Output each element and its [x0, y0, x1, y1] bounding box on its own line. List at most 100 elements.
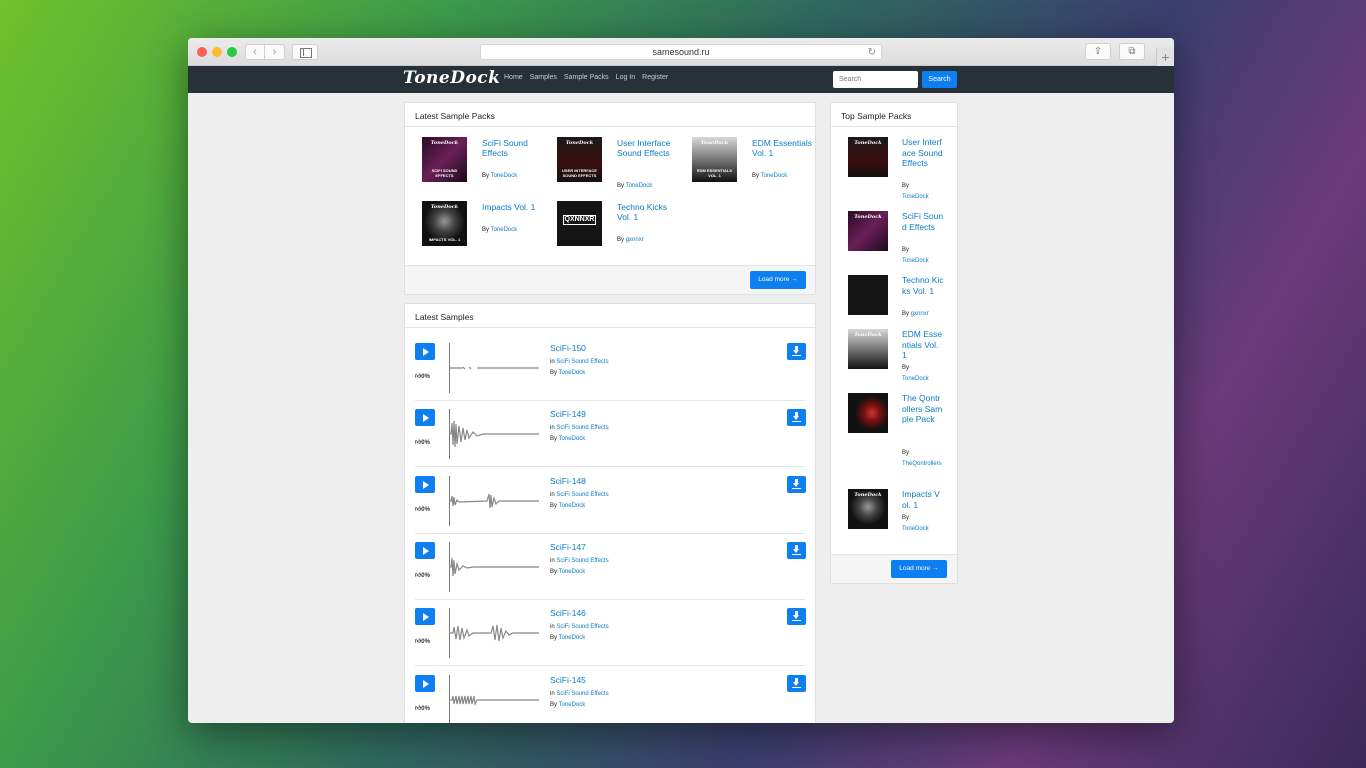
download-button[interactable]	[787, 674, 806, 692]
nav-samples[interactable]: Samples	[530, 74, 557, 81]
sample-pack-link[interactable]: SciFi Sound Effects	[556, 359, 608, 365]
forward-button[interactable]: ›	[265, 44, 285, 60]
play-button[interactable]	[415, 409, 435, 427]
download-button[interactable]	[787, 343, 806, 360]
pack-author[interactable]: ToneDock	[491, 227, 518, 233]
sample-pack-link[interactable]: SciFi Sound Effects	[556, 425, 608, 431]
nav-register[interactable]: Register	[642, 74, 668, 81]
top-pack-author[interactable]: ToneDock	[902, 192, 944, 203]
top-pack-item[interactable]: ToneDock EDM Essentials Vol. 1 By ToneDoc…	[848, 329, 953, 384]
pack-title[interactable]: Techno Kicks Vol. 1	[617, 202, 677, 222]
sample-title[interactable]: SciFi-148	[550, 476, 586, 486]
pack-cover[interactable]: ToneDock SCIFI SOUND EFFECTS	[422, 137, 467, 182]
search-input[interactable]	[833, 71, 918, 88]
pack-item[interactable]: ToneDock SCIFI SOUND EFFECTS SciFi Sound…	[422, 137, 542, 187]
sample-title[interactable]: SciFi-146	[550, 608, 586, 618]
pack-cover[interactable]: ToneDock IMPACTS VOL. 1	[422, 201, 467, 246]
search-button[interactable]: Search	[922, 71, 957, 88]
pack-cover[interactable]: ToneDock	[848, 489, 888, 529]
top-pack-item[interactable]: ToneDock Impacts Vol. 1 By ToneDock	[848, 489, 953, 534]
top-pack-title[interactable]: EDM Essentials Vol. 1	[902, 329, 944, 361]
sample-pack-link[interactable]: SciFi Sound Effects	[556, 492, 608, 498]
download-button[interactable]	[787, 608, 806, 626]
zoom-window-button[interactable]	[227, 47, 237, 57]
download-button[interactable]	[787, 409, 806, 427]
pack-item[interactable]: QXNNXR Techno Kicks Vol. 1 By gxnnxr	[557, 201, 677, 251]
waveform[interactable]	[449, 608, 539, 659]
nav-home[interactable]: Home	[504, 74, 523, 81]
nav-login[interactable]: Log In	[616, 74, 635, 81]
sample-pack-link[interactable]: SciFi Sound Effects	[556, 624, 608, 630]
sample-title[interactable]: SciFi-150	[550, 343, 586, 353]
top-pack-item[interactable]: Techno Kicks Vol. 1 By gxnnxr	[848, 275, 953, 325]
top-pack-item[interactable]: The Qontrollers Sample Pack By TheQontrol…	[848, 393, 953, 478]
site-logo[interactable]: ToneDock	[403, 68, 500, 88]
play-button[interactable]	[415, 541, 435, 559]
load-more-packs-button[interactable]: Load more →	[750, 271, 806, 289]
sample-title[interactable]: SciFi-149	[550, 409, 586, 419]
close-window-button[interactable]	[197, 47, 207, 57]
pack-cover[interactable]: ToneDock	[848, 137, 888, 177]
back-button[interactable]: ‹	[245, 44, 265, 60]
top-pack-title[interactable]: Impacts Vol. 1	[902, 489, 944, 510]
pack-author[interactable]: gxnnxr	[626, 237, 644, 243]
top-pack-item[interactable]: ToneDock SciFi Sound Effects By ToneDock	[848, 211, 953, 266]
waveform[interactable]	[449, 674, 539, 724]
pack-item[interactable]: ToneDock IMPACTS VOL. 1 Impacts Vol. 1 B…	[422, 201, 542, 251]
sidebar-toggle-button[interactable]	[292, 44, 318, 60]
pack-author[interactable]: ToneDock	[761, 173, 788, 179]
top-pack-author[interactable]: ToneDock	[902, 524, 944, 535]
pack-cover[interactable]: QXNNXR	[557, 201, 602, 246]
play-button[interactable]	[415, 674, 435, 692]
sample-author-link[interactable]: ToneDock	[559, 569, 586, 575]
sample-title[interactable]: SciFi-145	[550, 675, 586, 685]
pack-item[interactable]: ToneDock USER INTERFACE SOUND EFFECTS Us…	[557, 137, 677, 197]
top-pack-item[interactable]: ToneDock User Interface Sound Effects By…	[848, 137, 953, 200]
pack-title[interactable]: SciFi Sound Effects	[482, 138, 542, 158]
waveform[interactable]	[449, 343, 539, 393]
pack-cover[interactable]: ToneDock USER INTERFACE SOUND EFFECTS	[557, 137, 602, 182]
waveform[interactable]	[449, 475, 539, 526]
sample-pack-link[interactable]: SciFi Sound Effects	[556, 558, 608, 564]
sample-author-link[interactable]: ToneDock	[559, 436, 586, 442]
play-button[interactable]	[415, 608, 435, 626]
top-pack-author[interactable]: gxnnxr	[911, 311, 929, 317]
pack-title[interactable]: Impacts Vol. 1	[482, 202, 542, 212]
nav-sample-packs[interactable]: Sample Packs	[564, 74, 609, 81]
top-pack-author[interactable]: ToneDock	[902, 374, 944, 385]
pack-title[interactable]: User Interface Sound Effects	[617, 138, 677, 158]
pack-title[interactable]: EDM Essentials Vol. 1	[752, 138, 812, 158]
address-bar[interactable]: samesound.ru ↻	[480, 44, 882, 60]
pack-cover[interactable]	[848, 393, 888, 433]
pack-cover[interactable]: ToneDock	[848, 329, 888, 369]
top-pack-title[interactable]: The Qontrollers Sample Pack	[902, 393, 944, 425]
sample-author-link[interactable]: ToneDock	[559, 503, 586, 509]
tabs-icon[interactable]: ⧉	[1119, 43, 1145, 60]
download-button[interactable]	[787, 541, 806, 559]
play-button[interactable]	[415, 475, 435, 493]
pack-cover[interactable]	[848, 275, 888, 315]
waveform[interactable]	[449, 541, 539, 592]
pack-cover[interactable]: ToneDock	[848, 211, 888, 251]
load-more-top-packs-button[interactable]: Load more →	[891, 560, 947, 578]
top-pack-title[interactable]: Techno Kicks Vol. 1	[902, 275, 944, 296]
sample-author-link[interactable]: ToneDock	[559, 702, 586, 708]
pack-cover[interactable]: ToneDock EDM ESSENTIALS VOL. 1	[692, 137, 737, 182]
pack-author[interactable]: ToneDock	[491, 173, 518, 179]
waveform[interactable]	[449, 409, 539, 460]
top-pack-title[interactable]: SciFi Sound Effects	[902, 211, 944, 232]
sample-title[interactable]: SciFi-147	[550, 542, 586, 552]
reload-icon[interactable]: ↻	[868, 45, 876, 60]
pack-author[interactable]: ToneDock	[626, 183, 653, 189]
play-button[interactable]	[415, 343, 435, 360]
top-pack-author[interactable]: TheQontrollers	[902, 459, 944, 470]
sample-author-link[interactable]: ToneDock	[559, 370, 586, 376]
download-button[interactable]	[787, 475, 806, 493]
pack-item[interactable]: ToneDock EDM ESSENTIALS VOL. 1 EDM Essen…	[692, 137, 812, 187]
top-pack-title[interactable]: User Interface Sound Effects	[902, 137, 944, 169]
top-pack-author[interactable]: ToneDock	[902, 256, 944, 267]
share-icon[interactable]: ⇪	[1085, 43, 1111, 60]
new-tab-button[interactable]: +	[1156, 48, 1174, 66]
sample-author-link[interactable]: ToneDock	[559, 635, 586, 641]
minimize-window-button[interactable]	[212, 47, 222, 57]
